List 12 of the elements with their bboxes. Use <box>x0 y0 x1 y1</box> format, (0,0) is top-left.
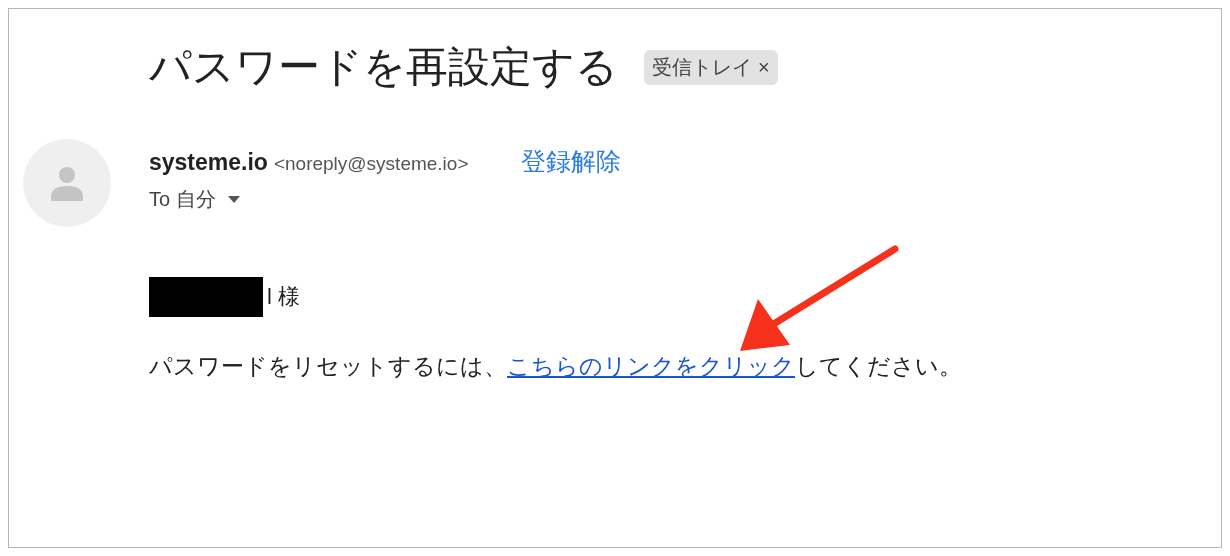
label-text: 受信トレイ <box>652 54 752 80</box>
sender-address: <noreply@systeme.io> <box>273 153 469 175</box>
body-sentence: パスワードをリセットするには、こちらのリンクをクリック してください。 <box>149 352 963 381</box>
greeting-text: l 様 <box>267 283 300 311</box>
recipient-text: To 自分 <box>149 187 216 212</box>
avatar-icon <box>23 139 111 227</box>
email-subject: パスワードを再設定する <box>149 42 618 92</box>
unsubscribe-link[interactable]: 登録解除 <box>520 145 621 178</box>
caret-icon[interactable] <box>227 196 240 203</box>
remove-label-button[interactable]: × <box>758 55 770 79</box>
reset-link[interactable]: こちらのリンクをクリック <box>507 353 795 379</box>
sender-name: systeme.io <box>149 149 268 176</box>
